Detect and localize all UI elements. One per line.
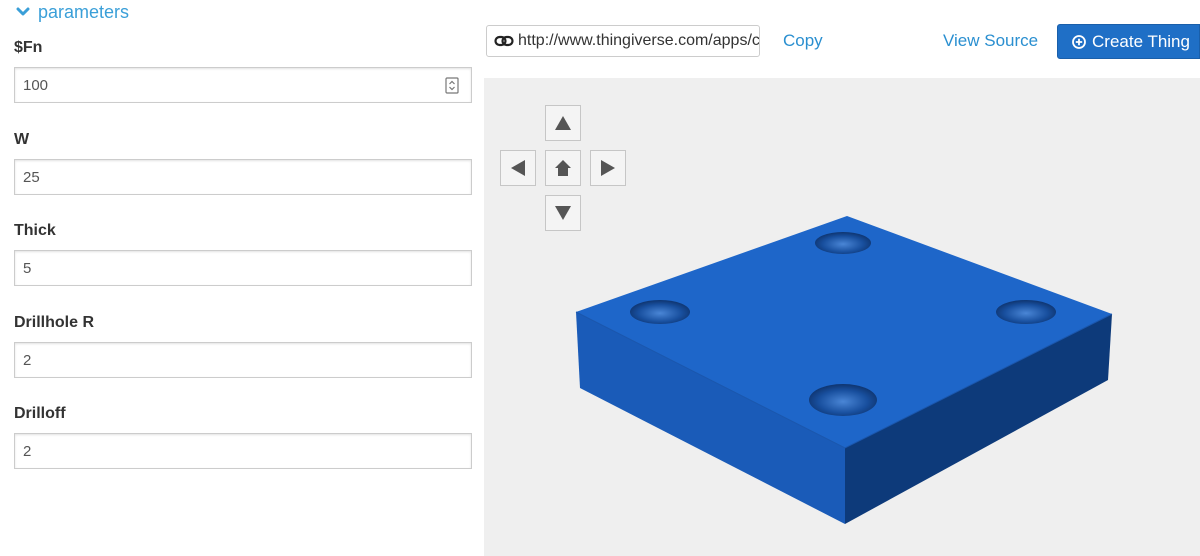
param-drillhole-r: Drillhole R [14,313,474,378]
param-field-drilloff-wrapper [14,433,472,469]
view-source-link[interactable]: View Source [943,31,1038,51]
drill-hole-left [630,300,690,324]
drill-hole-right [996,300,1056,324]
param-label-fn: $Fn [14,39,43,56]
drill-hole-bottom [809,384,877,416]
parameters-panel: parameters $Fn W Thick [0,0,484,556]
param-field-w-wrapper [14,159,472,195]
param-field-fn-wrapper [14,67,472,103]
param-field-drillhole-r-wrapper [14,342,472,378]
drill-hole-top [815,232,871,254]
chevron-down-icon [16,7,30,16]
param-label-drilloff: Drilloff [14,405,66,422]
param-input-drilloff[interactable] [15,434,423,468]
param-fn: $Fn [14,38,474,103]
param-field-thick-wrapper [14,250,472,286]
model-viewport[interactable] [484,78,1200,556]
create-thing-button[interactable]: Create Thing [1057,24,1200,59]
parameters-section-toggle[interactable]: parameters [16,0,129,24]
stepper-icon[interactable] [445,77,459,94]
link-icon [494,35,514,47]
create-thing-label: Create Thing [1092,31,1190,51]
param-input-fn[interactable] [15,68,423,102]
viewer-toolbar: http://www.thingiverse.com/apps/customiz… [484,0,1200,78]
customizer-page: parameters $Fn W Thick [0,0,1200,556]
parameters-section-title: parameters [38,1,130,22]
share-url-box[interactable]: http://www.thingiverse.com/apps/customiz… [486,25,760,57]
param-label-thick: Thick [14,222,56,239]
param-drilloff: Drilloff [14,404,474,469]
plus-circle-icon [1072,34,1086,49]
param-label-w: W [14,131,30,148]
param-input-w[interactable] [15,160,423,194]
share-url-text: http://www.thingiverse.com/apps/customiz… [518,32,760,49]
param-input-drillhole-r[interactable] [15,343,423,377]
plate-model [575,216,1113,524]
param-thick: Thick [14,221,474,286]
param-input-thick[interactable] [15,251,423,285]
param-label-drillhole-r: Drillhole R [14,314,95,331]
copy-link[interactable]: Copy [783,31,823,51]
param-w: W [14,130,474,195]
